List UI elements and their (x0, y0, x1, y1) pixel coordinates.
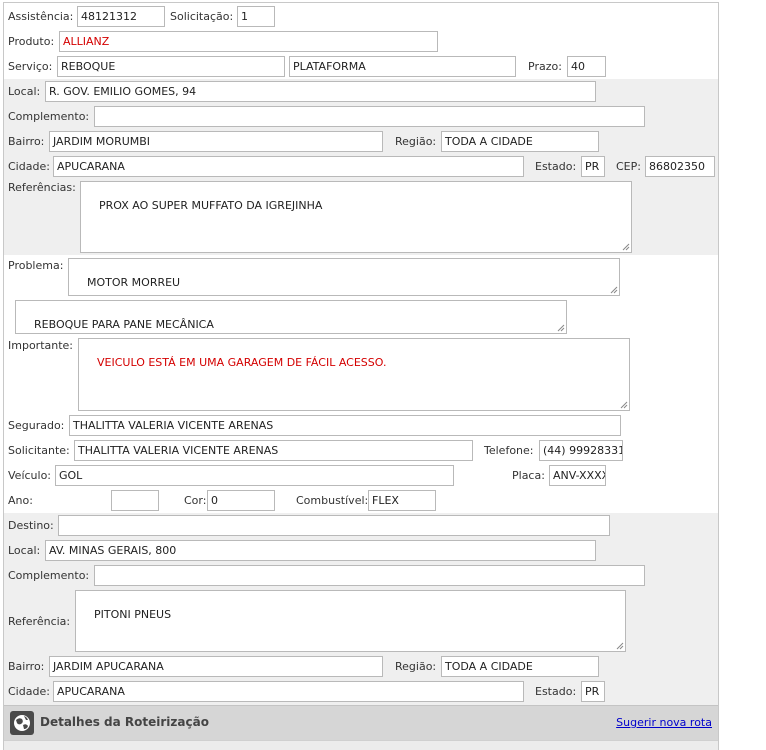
resize-grip-icon[interactable] (619, 400, 628, 409)
destino-regiao-input[interactable]: TODA A CIDADE (441, 656, 599, 677)
segurado-label: Segurado: (8, 419, 65, 432)
solicitante-label: Solicitante: (8, 444, 70, 457)
local-label: Local: (8, 85, 41, 98)
regiao-label: Região: (395, 135, 437, 148)
destino-complemento-label: Complemento: (8, 569, 90, 582)
local-input[interactable]: R. GOV. EMILIO GOMES, 94 (45, 81, 596, 102)
regiao-input[interactable]: TODA A CIDADE (441, 131, 599, 152)
telefone-label: Telefone: (484, 444, 534, 457)
estado-label: Estado: (535, 160, 577, 173)
solicitacao-label: Solicitação: (170, 10, 234, 23)
cor-input[interactable]: 0 (207, 490, 275, 511)
cep-label: CEP: (616, 160, 641, 173)
problema-desc-text: REBOQUE PARA PANE MECÂNICA (34, 318, 214, 331)
destino-bairro-input[interactable]: JARDIM APUCARANA (49, 656, 383, 677)
routing-details-bar: Detalhes da Roteirização Sugerir nova ro… (4, 705, 718, 740)
problema-text: MOTOR MORREU (87, 276, 181, 289)
importante-text: VEICULO ESTÁ EM UMA GARAGEM DE FÁCIL ACE… (97, 356, 387, 369)
complemento-input[interactable] (94, 106, 645, 127)
destino-cidade-input[interactable]: APUCARANA (53, 681, 524, 702)
importante-label: Importante: (8, 339, 74, 352)
cidade-label: Cidade: (8, 160, 50, 173)
produto-input[interactable]: ALLIANZ (59, 31, 438, 52)
destino-local-input[interactable]: AV. MINAS GERAIS, 800 (45, 540, 596, 561)
bairro-input[interactable]: JARDIM MORUMBI (49, 131, 383, 152)
servico-label: Serviço: (8, 60, 53, 73)
destino-local-label: Local: (8, 544, 41, 557)
service-form: Assistência: 48121312 Solicitação: 1 Pro… (3, 2, 719, 750)
referencias-textarea[interactable]: PROX AO SUPER MUFFATO DA IGREJINHA (80, 181, 632, 253)
prazo-label: Prazo: (528, 60, 562, 73)
destino-bairro-label: Bairro: (8, 660, 45, 673)
destino-referencia-textarea[interactable]: PITONI PNEUS (75, 590, 626, 652)
referencias-text: PROX AO SUPER MUFFATO DA IGREJINHA (99, 199, 323, 212)
destino-referencia-text: PITONI PNEUS (94, 608, 172, 621)
combustivel-input[interactable]: FLEX (368, 490, 436, 511)
complemento-label: Complemento: (8, 110, 90, 123)
destino-estado-label: Estado: (535, 685, 577, 698)
telefone-input[interactable]: (44) 999283318 (539, 440, 623, 461)
referencias-label: Referências: (8, 181, 76, 194)
problema-desc-textarea[interactable]: REBOQUE PARA PANE MECÂNICA (15, 300, 567, 334)
resize-grip-icon[interactable] (615, 641, 624, 650)
estado-input[interactable]: PR (581, 156, 605, 177)
bairro-label: Bairro: (8, 135, 45, 148)
destino-label: Destino: (8, 519, 54, 532)
servico-input[interactable]: REBOQUE (57, 56, 285, 77)
destino-complemento-input[interactable] (94, 565, 645, 586)
suggest-route-link[interactable]: Sugerir nova rota (616, 716, 712, 729)
ano-input[interactable] (111, 490, 159, 511)
destino-regiao-label: Região: (395, 660, 437, 673)
destino-cidade-label: Cidade: (8, 685, 50, 698)
globe-icon (10, 711, 34, 735)
cidade-input[interactable]: APUCARANA (53, 156, 524, 177)
cep-input[interactable]: 86802350 (645, 156, 715, 177)
destino-input[interactable] (58, 515, 610, 536)
produto-label: Produto: (8, 35, 55, 48)
importante-textarea[interactable]: VEICULO ESTÁ EM UMA GARAGEM DE FÁCIL ACE… (78, 338, 630, 411)
cor-label: Cor: (184, 494, 207, 507)
solicitacao-input[interactable]: 1 (237, 6, 275, 27)
routing-details-title: Detalhes da Roteirização (40, 715, 209, 729)
problema-label: Problema: (8, 259, 64, 272)
resize-grip-icon[interactable] (556, 323, 565, 332)
resize-grip-icon[interactable] (621, 242, 630, 251)
veiculo-label: Veículo: (8, 469, 52, 482)
servico-tipo-input[interactable]: PLATAFORMA (289, 56, 516, 77)
assistencia-input[interactable]: 48121312 (77, 6, 165, 27)
solicitante-input[interactable]: THALITTA VALERIA VICENTE ARENAS (74, 440, 473, 461)
resize-grip-icon[interactable] (609, 285, 618, 294)
problema-textarea[interactable]: MOTOR MORREU (68, 258, 620, 296)
placa-input[interactable]: ANV-XXXX (549, 465, 606, 486)
destino-referencia-label: Referência: (8, 615, 71, 628)
veiculo-input[interactable]: GOL (55, 465, 454, 486)
segurado-input[interactable]: THALITTA VALERIA VICENTE ARENAS (69, 415, 621, 436)
ano-label: Ano: (8, 494, 33, 507)
placa-label: Placa: (512, 469, 545, 482)
assistencia-label: Assistência: (8, 10, 74, 23)
prazo-input[interactable]: 40 (567, 56, 606, 77)
destino-estado-input[interactable]: PR (581, 681, 605, 702)
combustivel-label: Combustível: (296, 494, 369, 507)
